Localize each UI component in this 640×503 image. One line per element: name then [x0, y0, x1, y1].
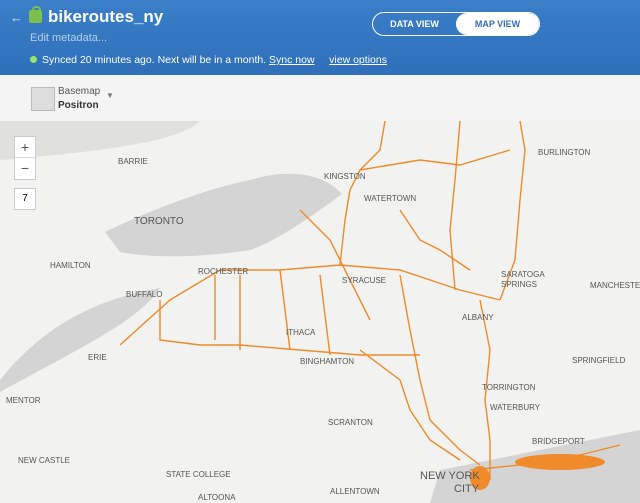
- map-place-label: NEW YORK: [420, 470, 480, 482]
- data-view-tab[interactable]: DATA VIEW: [373, 13, 456, 35]
- chevron-down-icon[interactable]: ▼: [106, 91, 114, 100]
- map-place-label: SPRINGS: [501, 280, 538, 289]
- map-place-label: CITY: [454, 483, 480, 495]
- sync-now-link[interactable]: Sync now: [269, 54, 315, 66]
- sync-status: Synced 20 minutes ago. Next will be in a…: [42, 54, 387, 66]
- map-place-label: SCRANTON: [328, 418, 373, 427]
- zoom-level-indicator: 7: [14, 188, 36, 210]
- map-place-label: BINGHAMTON: [300, 357, 355, 366]
- lock-icon: [29, 6, 42, 23]
- map-place-label: BRIDGEPORT: [532, 437, 585, 446]
- basemap-thumbnail[interactable]: [31, 87, 55, 111]
- basemap-value[interactable]: Positron: [58, 100, 99, 111]
- basemap-label: Basemap: [58, 86, 101, 97]
- map-place-label: ALBANY: [462, 313, 494, 322]
- map-place-label: ROCHESTER: [198, 267, 249, 276]
- map-place-label: KINGSTON: [324, 172, 366, 181]
- map-place-label: ALTOONA: [198, 493, 236, 502]
- map-place-label: ERIE: [88, 353, 107, 362]
- map-place-label: TORRINGTON: [482, 383, 536, 392]
- map-place-label: BARRIE: [118, 157, 148, 166]
- map-place-label: SPRINGFIELD: [572, 356, 626, 365]
- zoom-out-button[interactable]: −: [15, 158, 35, 178]
- map-place-label: BURLINGTON: [538, 148, 591, 157]
- map-place-label: ALLENTOWN: [330, 487, 380, 496]
- view-toggle[interactable]: DATA VIEW MAP VIEW: [372, 12, 540, 36]
- map-place-label: WATERTOWN: [364, 194, 417, 203]
- map-place-label: STATE COLLEGE: [166, 470, 231, 479]
- map-place-label: ITHACA: [286, 328, 316, 337]
- sync-status-dot: [30, 56, 37, 63]
- sync-status-text: Synced 20 minutes ago. Next will be in a…: [42, 54, 267, 66]
- map-place-label: BUFFALO: [126, 290, 163, 299]
- map-place-label: HAMILTON: [50, 261, 91, 270]
- map-place-label: MANCHESTER: [590, 281, 640, 290]
- map-place-label: MENTOR: [6, 396, 41, 405]
- map-place-label: SARATOGA: [501, 270, 545, 279]
- dataset-header: ← bikeroutes_ny Edit metadata... DATA VI…: [0, 0, 640, 75]
- edit-metadata-link[interactable]: Edit metadata...: [30, 32, 107, 44]
- zoom-control[interactable]: + −: [14, 136, 36, 180]
- map-place-label: SYRACUSE: [342, 276, 387, 285]
- toolbar: Basemap Positron ▼: [0, 75, 640, 122]
- map-view-tab[interactable]: MAP VIEW: [456, 13, 539, 35]
- zoom-in-button[interactable]: +: [15, 137, 35, 158]
- back-arrow-icon[interactable]: ←: [10, 10, 23, 25]
- dataset-title[interactable]: bikeroutes_ny: [48, 7, 163, 27]
- map-place-label: TORONTO: [134, 216, 184, 227]
- view-options-link[interactable]: view options: [329, 54, 387, 66]
- map-place-label: NEW CASTLE: [18, 456, 71, 465]
- map-place-label: WATERBURY: [490, 403, 541, 412]
